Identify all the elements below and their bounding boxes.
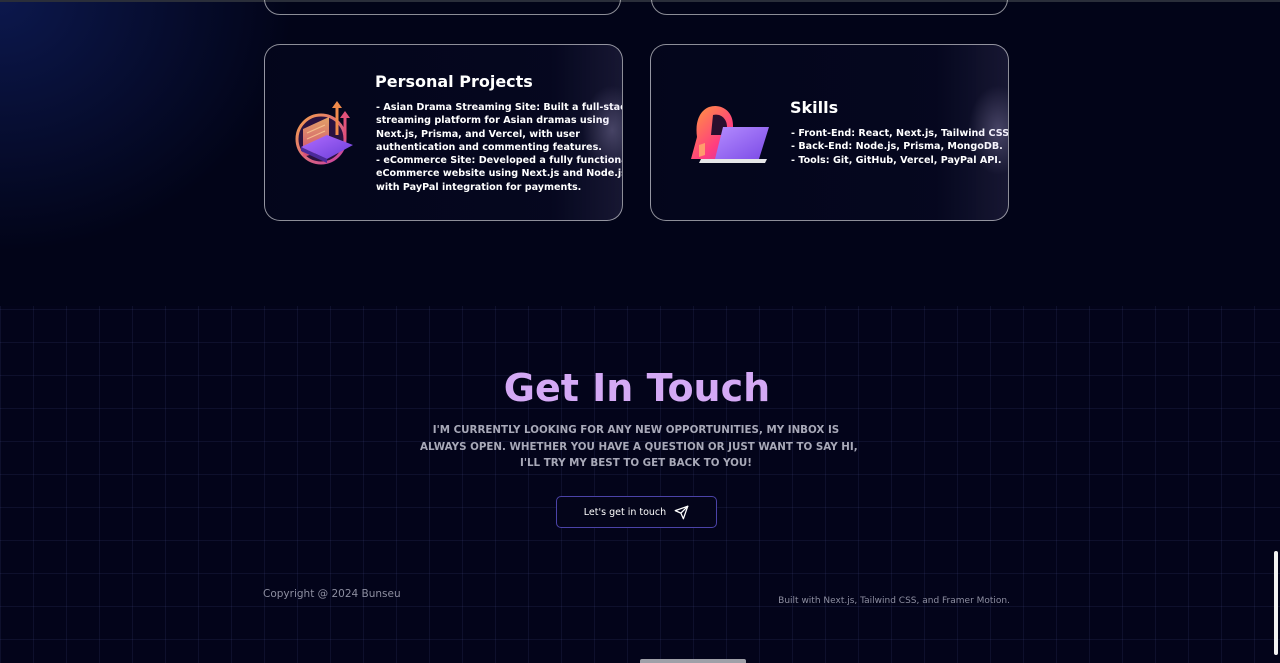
card-line: streaming platform for Asian dramas usin…	[376, 115, 610, 127]
hooded-coder-icon	[691, 105, 769, 163]
card-line: - Front-End: React, Next.js, Tailwind CS…	[791, 128, 1009, 139]
contact-text-line: I'M CURRENTLY LOOKING FOR ANY NEW OPPORT…	[432, 424, 840, 436]
bottom-indicator-bar	[640, 659, 746, 663]
contact-description: I'M CURRENTLY LOOKING FOR ANY NEW OPPORT…	[420, 422, 858, 472]
card-title: Skills	[790, 98, 839, 117]
footer-built-with: Built with Next.js, Tailwind CSS, and Fr…	[778, 596, 1010, 606]
get-in-touch-button[interactable]: Let's get in touch	[556, 496, 717, 528]
previous-card-right	[651, 0, 1008, 15]
portfolio-page: Personal Projects - Asian Drama Streamin…	[0, 0, 1280, 663]
previous-card-left	[264, 0, 621, 15]
projects-chart-icon	[295, 101, 353, 165]
contact-text-line: ALWAYS OPEN. WHETHER YOU HAVE A QUESTION…	[420, 440, 858, 453]
scrollbar-thumb[interactable]	[1274, 551, 1278, 655]
card-description: - Asian Drama Streaming Site: Built a fu…	[376, 101, 623, 194]
card-line: with PayPal integration for payments.	[376, 181, 582, 193]
contact-title: Get In Touch	[503, 366, 771, 410]
paper-plane-icon	[674, 505, 689, 519]
card-title: Personal Projects	[375, 72, 533, 91]
card-description: - Front-End: React, Next.js, Tailwind CS…	[791, 127, 1009, 167]
personal-projects-card: Personal Projects - Asian Drama Streamin…	[264, 44, 623, 221]
card-line: - Tools: Git, GitHub, Vercel, PayPal API…	[791, 154, 1002, 166]
contact-section-background	[0, 306, 1280, 663]
contact-text-line: I'LL TRY MY BEST TO GET BACK TO YOU!	[520, 457, 752, 469]
card-line: authentication and commenting features.	[376, 141, 602, 153]
card-line: Next.js, Prisma, and Vercel, with user	[376, 128, 580, 140]
card-line: - Asian Drama Streaming Site: Built a fu…	[376, 102, 623, 113]
card-line: - Back-End: Node.js, Prisma, MongoDB.	[791, 141, 1003, 153]
skills-card: Skills - Front-End: React, Next.js, Tail…	[650, 44, 1009, 221]
page-scrollbar[interactable]	[1272, 0, 1280, 663]
card-line: - eCommerce Site: Developed a fully func…	[376, 155, 623, 167]
get-in-touch-label: Let's get in touch	[583, 506, 667, 518]
window-top-border	[0, 0, 1280, 2]
card-line: eCommerce website using Next.js and Node…	[376, 168, 623, 180]
footer-copyright: Copyright @ 2024 Bunseu	[263, 588, 401, 600]
